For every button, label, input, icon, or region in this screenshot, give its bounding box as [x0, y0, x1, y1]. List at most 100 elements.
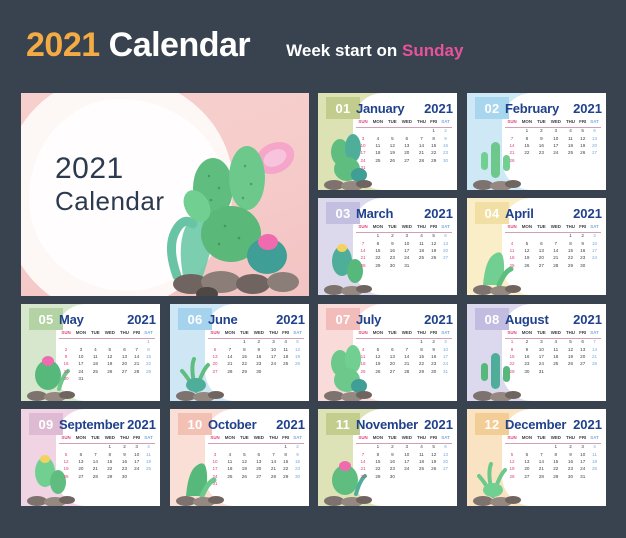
day-cell[interactable]: 6: [588, 127, 601, 135]
day-cell[interactable]: 10: [399, 240, 415, 247]
day-cell[interactable]: 4: [564, 127, 578, 135]
day-cell[interactable]: 12: [428, 451, 439, 458]
day-cell[interactable]: 13: [577, 346, 588, 353]
day-cell[interactable]: 9: [519, 346, 535, 353]
day-cell[interactable]: 25: [142, 466, 155, 473]
month-card-july[interactable]: 07 July 2021 SUN MON TUE WED THU FRI SAT 1 2 3 4 5 6 7 8…: [318, 304, 457, 401]
day-cell[interactable]: 7: [89, 451, 102, 458]
day-cell[interactable]: 1: [280, 443, 291, 451]
day-cell[interactable]: 7: [415, 135, 429, 142]
day-cell[interactable]: 8: [370, 240, 386, 247]
day-cell[interactable]: 22: [548, 466, 564, 473]
day-cell[interactable]: 31: [356, 165, 370, 172]
day-cell[interactable]: 12: [564, 346, 578, 353]
day-cell[interactable]: 22: [370, 255, 386, 262]
day-cell[interactable]: 4: [222, 451, 238, 458]
day-cell[interactable]: 27: [588, 150, 601, 157]
day-cell[interactable]: 11: [564, 135, 578, 142]
day-cell[interactable]: 1: [238, 338, 251, 346]
day-cell[interactable]: 23: [439, 150, 452, 157]
day-cell[interactable]: 4: [505, 240, 519, 247]
day-cell[interactable]: 15: [428, 143, 439, 150]
day-cell[interactable]: 22: [415, 361, 429, 368]
day-cell[interactable]: 15: [415, 354, 429, 361]
day-cell[interactable]: 15: [505, 354, 519, 361]
day-cell[interactable]: 20: [386, 361, 399, 368]
day-cell[interactable]: 17: [548, 143, 564, 150]
day-cell[interactable]: 22: [428, 150, 439, 157]
day-cell[interactable]: 21: [588, 354, 601, 361]
day-cell[interactable]: 18: [415, 248, 429, 255]
month-card-december[interactable]: 12 December 2021 SUN MON TUE WED THU FRI SAT 1 2 3 4…: [467, 409, 606, 506]
day-cell[interactable]: 7: [131, 346, 142, 353]
day-cell[interactable]: 30: [577, 262, 588, 269]
day-cell[interactable]: 18: [548, 354, 564, 361]
day-cell[interactable]: 5: [59, 451, 73, 458]
day-cell[interactable]: 21: [356, 255, 370, 262]
day-cell[interactable]: 17: [439, 354, 452, 361]
day-cell[interactable]: 20: [439, 459, 452, 466]
day-cell[interactable]: 8: [280, 451, 291, 458]
day-cell[interactable]: 10: [73, 354, 89, 361]
day-cell[interactable]: 9: [386, 240, 399, 247]
day-cell[interactable]: 13: [535, 248, 548, 255]
day-cell[interactable]: 22: [280, 466, 291, 473]
day-cell[interactable]: 5: [370, 346, 386, 353]
day-cell[interactable]: 21: [89, 466, 102, 473]
day-cell[interactable]: 5: [291, 338, 304, 346]
day-cell[interactable]: 11: [222, 459, 238, 466]
day-cell[interactable]: 24: [131, 466, 142, 473]
day-cell[interactable]: 22: [370, 466, 386, 473]
day-cell[interactable]: 11: [142, 451, 155, 458]
day-cell[interactable]: 11: [370, 143, 386, 150]
day-cell[interactable]: 14: [356, 248, 370, 255]
day-cell[interactable]: 26: [564, 361, 578, 368]
day-cell[interactable]: 1: [548, 443, 564, 451]
day-cell[interactable]: 9: [118, 451, 132, 458]
day-cell[interactable]: 3: [356, 135, 370, 142]
day-cell[interactable]: 16: [386, 248, 399, 255]
day-cell[interactable]: 1: [428, 127, 439, 135]
day-cell[interactable]: 6: [73, 451, 89, 458]
day-cell[interactable]: 19: [428, 459, 439, 466]
day-cell[interactable]: 11: [356, 354, 370, 361]
day-cell[interactable]: 3: [548, 127, 564, 135]
day-cell[interactable]: 24: [577, 466, 588, 473]
day-cell[interactable]: 6: [577, 338, 588, 346]
day-cell[interactable]: 30: [251, 368, 267, 375]
day-cell[interactable]: 18: [142, 459, 155, 466]
day-cell[interactable]: 4: [415, 443, 429, 451]
day-cell[interactable]: 16: [439, 143, 452, 150]
day-cell[interactable]: 3: [267, 338, 281, 346]
day-cell[interactable]: 15: [370, 459, 386, 466]
day-cell[interactable]: 11: [89, 354, 102, 361]
day-cell[interactable]: 15: [548, 459, 564, 466]
month-card-november[interactable]: 11 November 2021 SUN MON TUE WED THU FRI SAT 1 2 3 4…: [318, 409, 457, 506]
day-cell[interactable]: 17: [399, 459, 415, 466]
day-cell[interactable]: 14: [222, 354, 238, 361]
day-cell[interactable]: 21: [399, 361, 415, 368]
day-cell[interactable]: 13: [386, 354, 399, 361]
day-cell[interactable]: 14: [267, 459, 281, 466]
day-cell[interactable]: 18: [280, 354, 291, 361]
day-cell[interactable]: 5: [519, 240, 535, 247]
day-cell[interactable]: 6: [439, 443, 452, 451]
day-cell[interactable]: 23: [428, 361, 439, 368]
day-cell[interactable]: 13: [439, 451, 452, 458]
day-cell[interactable]: 3: [588, 232, 601, 240]
day-cell[interactable]: 31: [439, 368, 452, 375]
day-cell[interactable]: 4: [280, 338, 291, 346]
day-cell[interactable]: 27: [73, 473, 89, 480]
day-cell[interactable]: 29: [238, 368, 251, 375]
day-cell[interactable]: 25: [505, 262, 519, 269]
day-cell[interactable]: 13: [208, 354, 222, 361]
day-cell[interactable]: 27: [577, 361, 588, 368]
day-cell[interactable]: 8: [415, 346, 429, 353]
month-card-february[interactable]: 02 February 2021 SUN MON TUE WED THU FRI SAT 1 2 3 4…: [467, 93, 606, 190]
day-cell[interactable]: 2: [535, 127, 548, 135]
day-cell[interactable]: 5: [386, 135, 399, 142]
month-card-may[interactable]: 05 May 2021 SUN MON TUE WED THU FRI SAT 1 2 3 4 5 6 7 8 9…: [21, 304, 160, 401]
day-cell[interactable]: 13: [399, 143, 415, 150]
day-cell[interactable]: 18: [222, 466, 238, 473]
day-cell[interactable]: 21: [548, 255, 564, 262]
